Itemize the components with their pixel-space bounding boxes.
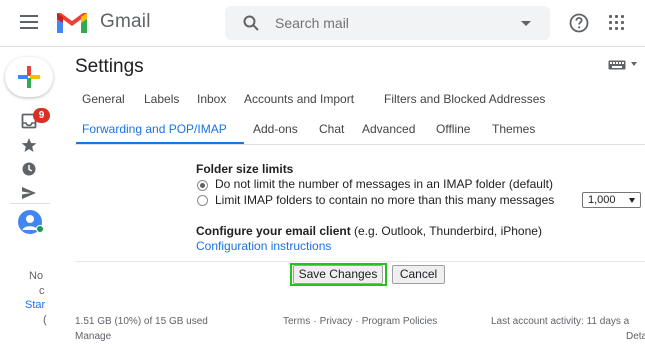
tab-add-ons[interactable]: Add-ons (253, 122, 298, 136)
folder-size-limits-heading: Folder size limits (196, 162, 294, 176)
hangouts-start-link[interactable]: Star (25, 299, 45, 311)
tab-themes[interactable]: Themes (492, 122, 535, 136)
no-limit-radio[interactable] (197, 180, 208, 191)
footer-separator: · (355, 316, 359, 327)
activity-details-link[interactable]: Deta (626, 331, 645, 342)
hangouts-text-1: No (29, 270, 44, 282)
input-tools-chevron-down-icon[interactable] (631, 62, 637, 66)
program-policies-link[interactable]: Program Policies (362, 316, 438, 327)
gmail-wordmark[interactable]: Gmail (100, 11, 151, 33)
search-options-chevron-down-icon[interactable] (521, 21, 531, 26)
search-icon[interactable] (243, 15, 259, 31)
tabs-divider (75, 144, 645, 145)
footer-links: Terms · Privacy · Program Policies (283, 316, 437, 327)
message-limit-value: 1,000 (588, 194, 616, 206)
hangouts-text-4: ( (43, 314, 47, 326)
main-menu-icon[interactable] (20, 15, 38, 29)
terms-link[interactable]: Terms (283, 316, 310, 327)
email-client-examples: (e.g. Outlook, Thunderbird, iPhone) (354, 224, 542, 238)
sent-icon[interactable] (21, 185, 37, 201)
limit-folders-label: Limit IMAP folders to contain no more th… (215, 193, 555, 207)
message-limit-select[interactable]: 1,000 (582, 192, 641, 208)
limit-folders-radio[interactable] (197, 195, 208, 206)
manage-storage-link[interactable]: Manage (75, 331, 111, 342)
online-status-dot (36, 225, 44, 233)
tab-filters-and-blocked-addresses[interactable]: Filters and Blocked Addresses (384, 92, 545, 106)
hangouts-text-2: c (39, 285, 45, 297)
tab-inbox[interactable]: Inbox (197, 92, 226, 106)
rail-divider (10, 203, 50, 204)
tab-forwarding-and-pop-imap[interactable]: Forwarding and POP/IMAP (82, 122, 227, 136)
content-divider (75, 261, 645, 262)
compose-plus-icon (18, 66, 40, 88)
privacy-link[interactable]: Privacy (320, 316, 353, 327)
save-changes-button[interactable]: Save Changes (293, 265, 383, 284)
configure-email-client-heading: Configure your email client (196, 224, 351, 238)
help-icon[interactable] (569, 13, 589, 33)
input-tools-keyboard-icon[interactable] (608, 60, 626, 70)
footer-separator: · (313, 316, 317, 327)
top-bar: Gmail (0, 0, 645, 47)
chevron-down-icon (629, 198, 635, 203)
compose-button[interactable] (5, 57, 53, 97)
snoozed-clock-icon[interactable] (21, 161, 37, 177)
tab-accounts-and-import[interactable]: Accounts and Import (244, 92, 354, 106)
tab-offline[interactable]: Offline (436, 122, 470, 136)
tab-general[interactable]: General (82, 92, 125, 106)
gmail-logo-icon[interactable] (55, 11, 89, 35)
google-apps-grid-icon[interactable] (609, 15, 625, 31)
last-account-activity: Last account activity: 11 days a (491, 316, 630, 327)
tab-chat[interactable]: Chat (319, 122, 344, 136)
configuration-instructions-link[interactable]: Configuration instructions (196, 239, 331, 253)
no-limit-label: Do not limit the number of messages in a… (215, 177, 553, 191)
tab-labels[interactable]: Labels (144, 92, 179, 106)
storage-usage: 1.51 GB (10%) of 15 GB used (75, 316, 208, 327)
tab-advanced[interactable]: Advanced (362, 122, 415, 136)
search-bar[interactable] (225, 6, 550, 40)
search-input[interactable] (275, 6, 505, 40)
page-title: Settings (75, 56, 144, 77)
cancel-button[interactable]: Cancel (392, 265, 445, 284)
starred-icon[interactable] (21, 137, 37, 153)
configure-email-client-row: Configure your email client (e.g. Outloo… (196, 224, 542, 238)
inbox-unread-badge: 9 (33, 108, 50, 123)
